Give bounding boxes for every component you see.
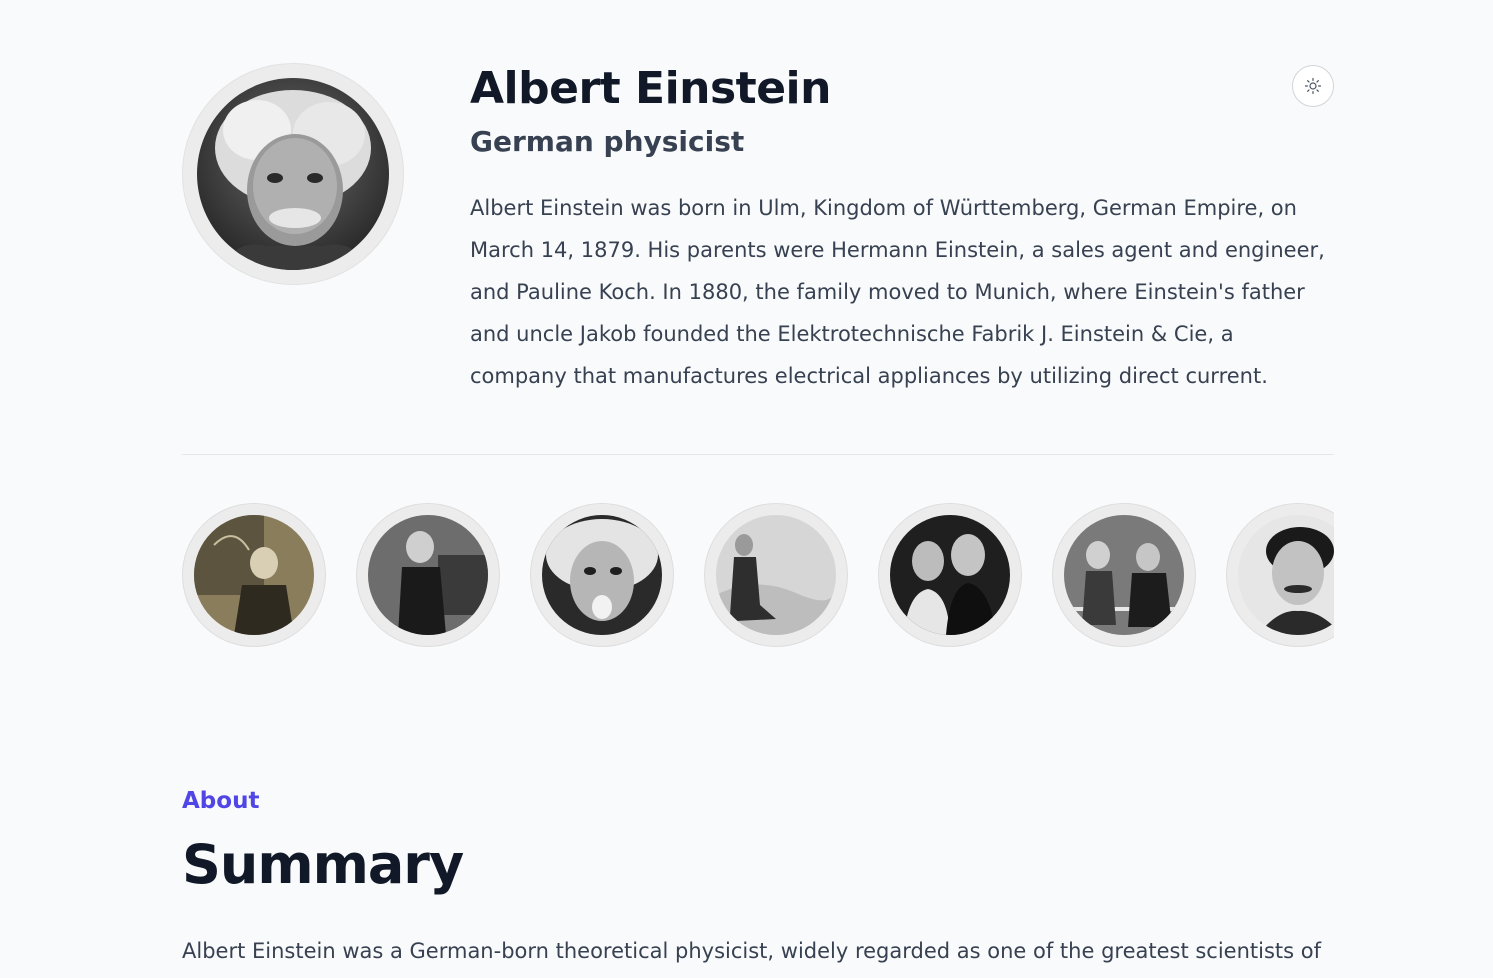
about-eyebrow: About xyxy=(182,788,260,814)
photo-ship-group-icon xyxy=(1064,515,1184,635)
photo-young-portrait-icon xyxy=(1238,515,1334,635)
gallery-item[interactable] xyxy=(878,503,1022,647)
summary-heading: Summary xyxy=(182,833,464,896)
photo-child-landscape-icon xyxy=(716,515,836,635)
gallery-item[interactable] xyxy=(356,503,500,647)
gallery-item[interactable] xyxy=(704,503,848,647)
profile-header: Albert Einstein German physicist Albert … xyxy=(182,63,1334,403)
photo-couple-icon xyxy=(890,515,1010,635)
profile-bio: Albert Einstein was born in Ulm, Kingdom… xyxy=(470,196,1325,388)
photo-tongue-out-icon xyxy=(542,515,662,635)
gallery-item[interactable] xyxy=(1052,503,1196,647)
gallery-item[interactable] xyxy=(530,503,674,647)
page: Albert Einstein German physicist Albert … xyxy=(0,0,1493,978)
gallery-item[interactable] xyxy=(1226,503,1334,647)
profile-name: Albert Einstein xyxy=(470,63,831,114)
theme-toggle-button[interactable] xyxy=(1292,65,1334,107)
photo-gallery xyxy=(182,503,1334,648)
portrait-photo-icon xyxy=(197,78,389,270)
profile-text: Albert Einstein German physicist Albert … xyxy=(470,63,1330,397)
photo-blackboard-icon xyxy=(194,515,314,635)
gallery-item[interactable] xyxy=(182,503,326,647)
photo-child-icon xyxy=(368,515,488,635)
profile-avatar xyxy=(182,63,404,285)
sun-icon xyxy=(1304,77,1322,95)
profile-subtitle: German physicist xyxy=(470,125,745,158)
summary-text: Albert Einstein was a German-born theore… xyxy=(182,939,1322,963)
section-divider xyxy=(182,454,1334,455)
